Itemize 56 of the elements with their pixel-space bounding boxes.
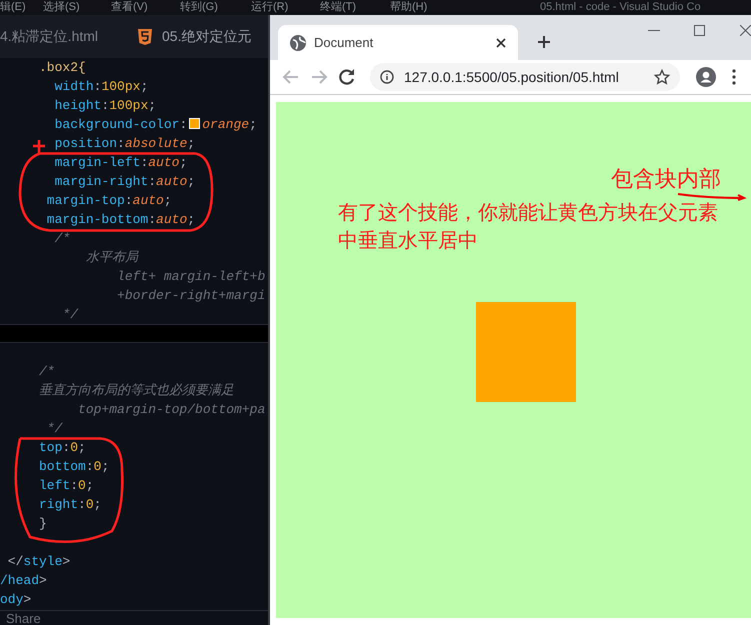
menu-item[interactable]: 帮助(H) [390, 0, 428, 14]
url-text: 127.0.0.1:5500/05.position/05.html [404, 68, 619, 87]
menu-item[interactable]: 查看(V) [111, 0, 148, 14]
menu-item[interactable]: 转到(G) [180, 0, 218, 14]
code-line: /* [38, 363, 56, 381]
annotation-text: 包含块内部 [611, 166, 721, 192]
profile-icon[interactable] [696, 67, 716, 87]
code-line: margin-left:auto; [54, 154, 188, 172]
menu-item[interactable]: 终端(T) [320, 0, 356, 14]
code-text: orange; [202, 117, 257, 132]
close-icon[interactable] [740, 25, 751, 36]
address-bar[interactable]: 127.0.0.1:5500/05.position/05.html [370, 63, 680, 91]
window-title: 05.html - code - Visual Studio Co [540, 0, 701, 14]
code-line: 水平布局 [84, 249, 140, 267]
info-icon[interactable] [380, 70, 394, 84]
code-line: left:0; [38, 477, 95, 495]
new-tab-icon[interactable] [537, 35, 551, 49]
code-line: left+ margin-left+b [116, 268, 266, 286]
code-line: bottom:0; [38, 458, 110, 476]
page-text: 中垂直水平居中 [338, 229, 479, 254]
code-line: /* [54, 230, 72, 248]
code-line: /head> [0, 572, 48, 590]
browser-tab[interactable]: Document [278, 25, 518, 60]
maximize-icon[interactable] [694, 25, 705, 36]
code-line: */ [61, 306, 80, 324]
code-line: top+margin-top/bottom+pa [77, 401, 266, 419]
code-line: margin-top:auto; [46, 192, 173, 210]
code-line: */ [46, 420, 64, 438]
close-icon[interactable] [496, 38, 506, 48]
page-text: 有了这个技能，你就能让黄色方块在父元素 [338, 201, 718, 226]
code-line: margin-bottom:auto; [46, 211, 196, 229]
code-line: +border-right+margi [116, 287, 266, 305]
panel-label[interactable]: Share [0, 611, 268, 625]
minimize-icon[interactable] [648, 30, 660, 32]
code-line: ody> [0, 591, 32, 609]
globe-icon [290, 34, 306, 50]
code-line: 垂直方向布局的等式也必须要满足 [38, 382, 236, 400]
menu-item[interactable]: 辑(E) [0, 0, 26, 14]
code-text: background-color: [54, 117, 188, 132]
reload-icon[interactable] [338, 68, 356, 86]
code-line: } [38, 515, 48, 533]
code-line: right:0; [38, 496, 102, 514]
code-line: margin-right:auto; [54, 173, 196, 191]
html-file-icon [138, 28, 152, 44]
code-line: top:0; [38, 439, 87, 457]
star-icon[interactable] [654, 69, 670, 85]
code-line: height:100px; [54, 97, 158, 115]
code-line: </style> [6, 553, 72, 571]
code-line: width:100px; [54, 78, 150, 96]
code-line: position:absolute; [54, 135, 196, 153]
menu-icon[interactable] [732, 69, 736, 85]
annotation-arrow [676, 193, 748, 201]
code-line: .box2{ [38, 59, 87, 77]
color-swatch-icon[interactable] [189, 118, 200, 129]
menu-item[interactable]: 运行(R) [251, 0, 288, 14]
menu-item[interactable]: 选择(S) [43, 0, 80, 14]
